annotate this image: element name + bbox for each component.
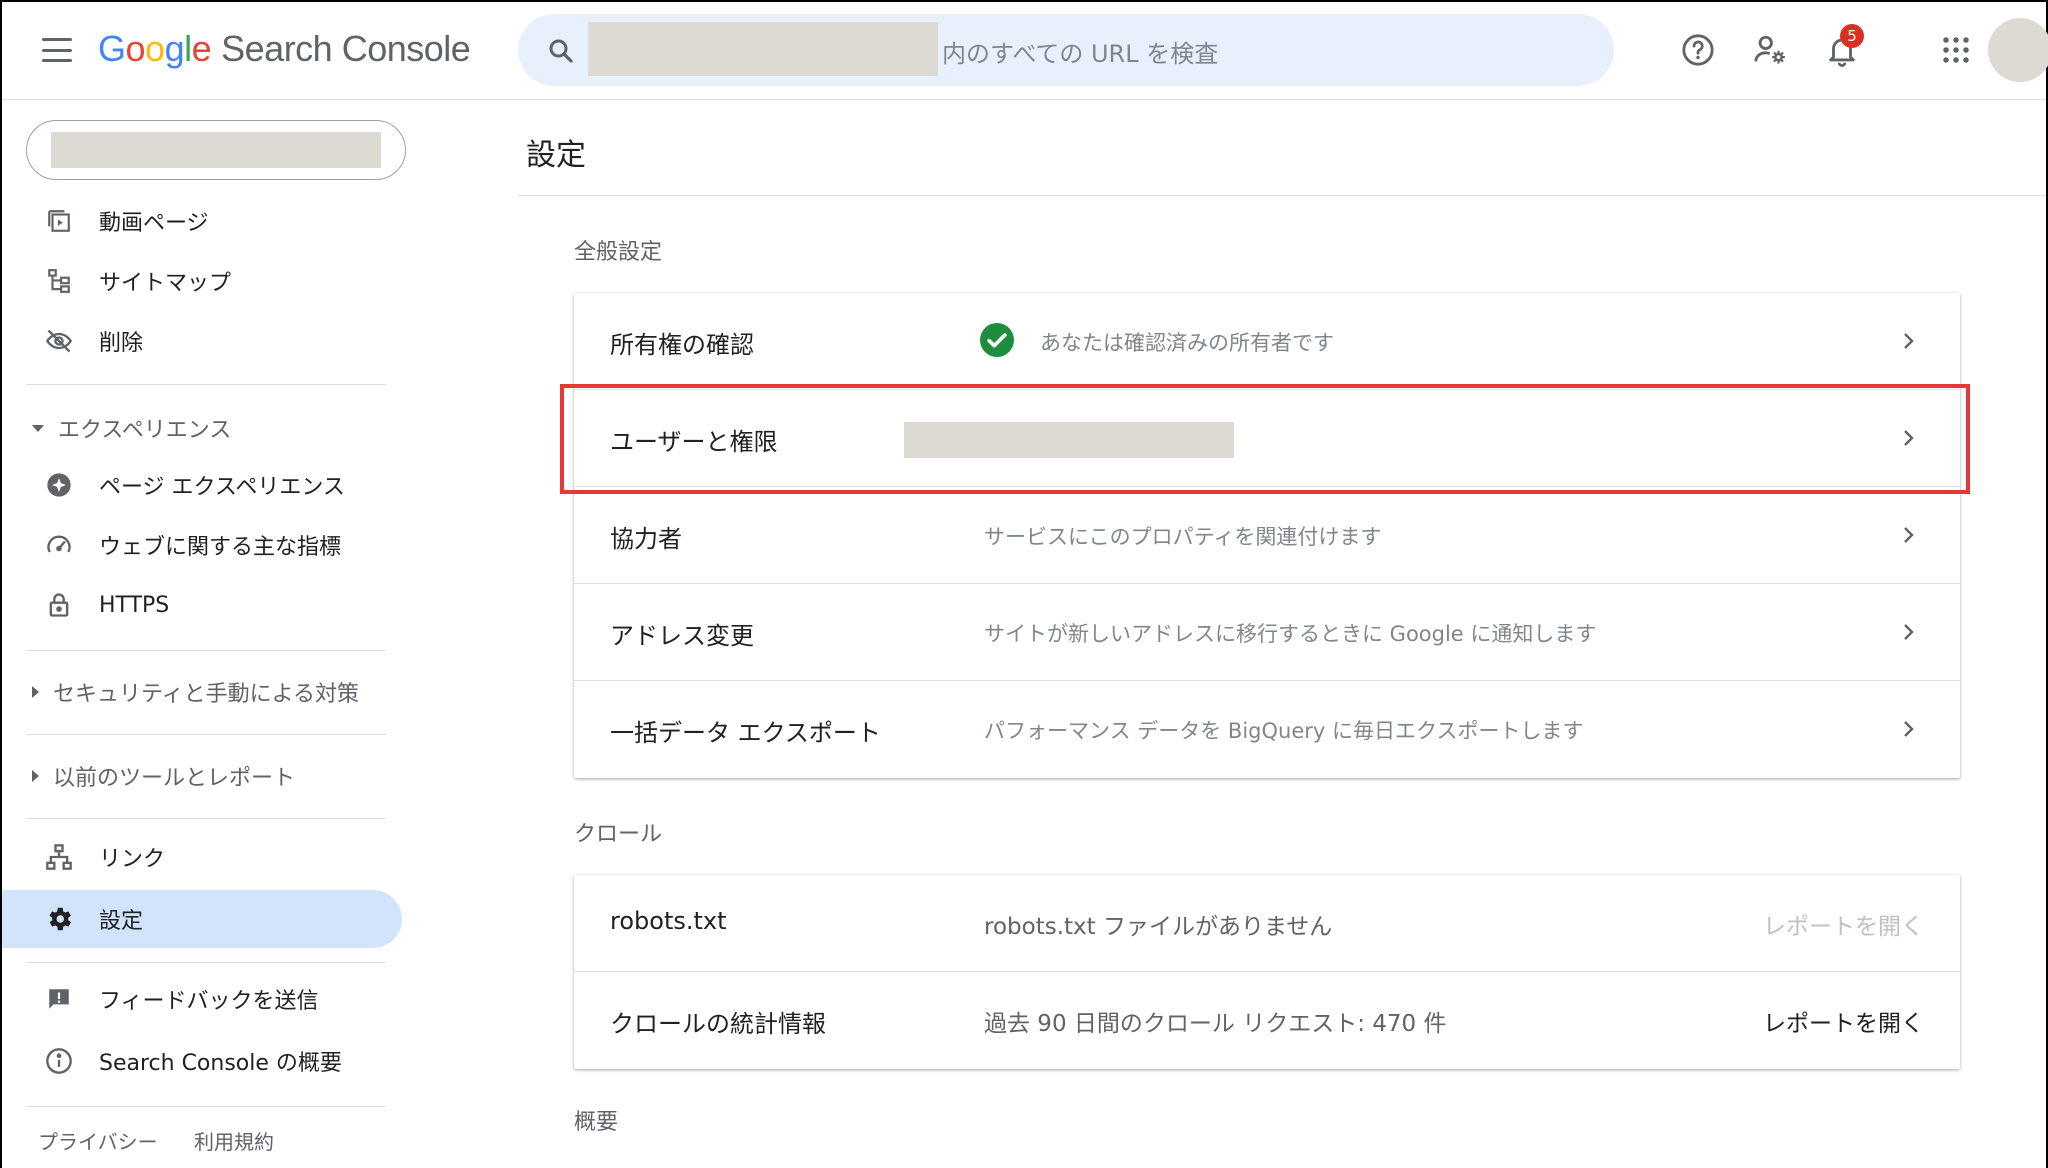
- overview-heading: 概要: [574, 1110, 619, 1135]
- apps-launcher-button[interactable]: [1936, 30, 1976, 70]
- url-inspection-search[interactable]: 内のすべての URL を検査: [518, 14, 1614, 86]
- redacted-user-info: [904, 422, 1234, 458]
- chevron-right-icon: [1904, 721, 1914, 737]
- removal-icon: [44, 326, 74, 356]
- notification-count-badge: 5: [1840, 24, 1864, 48]
- chevron-right-icon: [32, 686, 39, 698]
- section-security-toggle[interactable]: セキュリティと手動による対策: [32, 676, 359, 708]
- video-page-icon: [44, 206, 74, 236]
- section-experience-toggle[interactable]: エクスペリエンス: [32, 412, 231, 444]
- search-icon: [549, 39, 573, 63]
- general-settings-heading: 全般設定: [574, 240, 663, 265]
- page-experience-icon: [44, 470, 74, 500]
- lock-icon: [44, 590, 74, 620]
- help-icon: [1682, 34, 1714, 66]
- section-legacy-toggle[interactable]: 以前のツールとレポート: [32, 760, 295, 792]
- users-permissions-row[interactable]: ユーザーと権限: [574, 390, 1960, 487]
- info-icon: [44, 1046, 74, 1076]
- search-console-logo[interactable]: Google Search Console: [98, 28, 471, 70]
- verified-check-icon: [980, 323, 1014, 357]
- sitemap-icon: [44, 266, 74, 296]
- title-divider: [518, 195, 2046, 196]
- property-selector[interactable]: [26, 120, 406, 180]
- open-report-link-disabled: レポートを開く: [1763, 914, 1924, 940]
- crawl-heading: クロール: [574, 822, 663, 847]
- sidebar-item-links[interactable]: リンク: [2, 828, 402, 886]
- chevron-right-icon: [1904, 430, 1914, 446]
- crawl-card: robots.txt robots.txt ファイルがありません レポートを開く…: [574, 875, 1960, 1069]
- general-settings-card: 所有権の確認 あなたは確認済みの所有者です ユーザーと権限 協力者 サービスにこ…: [574, 293, 1960, 778]
- account-avatar[interactable]: [1988, 18, 2048, 82]
- chevron-right-icon: [1904, 624, 1914, 640]
- sidebar-item-feedback[interactable]: フィードバックを送信: [2, 970, 402, 1028]
- sidebar-item-settings[interactable]: 設定: [2, 890, 402, 948]
- sidebar: 動画ページ サイトマップ 削除 エクスペリエンス ページ エクスペリエンス ウェ…: [2, 100, 422, 1168]
- bulk-data-export-row[interactable]: 一括データ エクスポート パフォーマンス データを BigQuery に毎日エク…: [574, 681, 1960, 778]
- sidebar-divider: [26, 818, 386, 819]
- sidebar-item-removals[interactable]: 削除: [2, 312, 402, 370]
- page-title: 設定: [526, 138, 586, 173]
- links-icon: [44, 842, 74, 872]
- main-content: 設定 全般設定 所有権の確認 あなたは確認済みの所有者です ユーザーと権限 協力…: [422, 100, 2046, 1168]
- sidebar-item-core-web-vitals[interactable]: ウェブに関する主な指標: [2, 516, 402, 574]
- chevron-down-icon: [32, 424, 44, 432]
- crawl-stats-row: クロールの統計情報 過去 90 日間のクロール リクエスト: 470 件 レポー…: [574, 972, 1960, 1069]
- footer-links: プライバシー 利用規約: [38, 1126, 304, 1155]
- person-gear-icon: [1754, 35, 1785, 64]
- apps-grid-icon: [1943, 37, 1969, 63]
- account-settings-button[interactable]: [1750, 30, 1790, 70]
- chevron-right-icon: [1904, 527, 1914, 543]
- redacted-property-url: [588, 22, 938, 76]
- sidebar-divider: [26, 734, 386, 735]
- sidebar-divider: [26, 384, 386, 385]
- sidebar-item-https[interactable]: HTTPS: [2, 576, 402, 634]
- feedback-icon: [44, 984, 74, 1014]
- ownership-verification-row[interactable]: 所有権の確認 あなたは確認済みの所有者です: [574, 293, 1960, 390]
- search-placeholder: 内のすべての URL を検査: [942, 40, 1219, 68]
- open-report-link[interactable]: レポートを開く: [1763, 1004, 1924, 1038]
- sidebar-item-about[interactable]: Search Console の概要: [2, 1032, 402, 1090]
- sidebar-item-video-pages[interactable]: 動画ページ: [2, 192, 402, 250]
- gear-icon: [44, 904, 74, 934]
- chevron-right-icon: [32, 770, 39, 782]
- sidebar-divider: [26, 650, 386, 651]
- sidebar-item-sitemaps[interactable]: サイトマップ: [2, 252, 402, 310]
- chevron-right-icon: [1904, 333, 1914, 349]
- redacted-property-name: [51, 132, 381, 168]
- speed-gauge-icon: [44, 530, 74, 560]
- top-bar: Google Search Console 内のすべての URL を検査 5: [2, 2, 2048, 100]
- sidebar-divider: [26, 1106, 386, 1107]
- terms-link[interactable]: 利用規約: [194, 1130, 274, 1154]
- main-menu-button[interactable]: [42, 38, 72, 62]
- sidebar-item-page-experience[interactable]: ページ エクスペリエンス: [2, 456, 402, 514]
- robots-txt-row: robots.txt robots.txt ファイルがありません レポートを開く: [574, 875, 1960, 972]
- privacy-link[interactable]: プライバシー: [38, 1130, 158, 1154]
- help-button[interactable]: [1678, 30, 1718, 70]
- associations-row[interactable]: 協力者 サービスにこのプロパティを関連付けます: [574, 487, 1960, 584]
- change-of-address-row[interactable]: アドレス変更 サイトが新しいアドレスに移行するときに Google に通知します: [574, 584, 1960, 681]
- sidebar-divider: [26, 962, 386, 963]
